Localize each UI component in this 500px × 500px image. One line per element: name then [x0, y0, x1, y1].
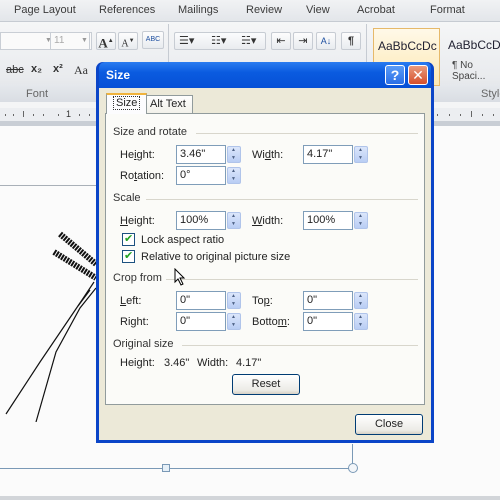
- dialog-title: Size: [106, 68, 131, 82]
- crop-top-spinner[interactable]: [354, 292, 368, 309]
- help-icon: ?: [390, 67, 400, 83]
- grow-font-button[interactable]: A▲: [96, 32, 116, 50]
- crop-right-label: Right:: [120, 316, 149, 328]
- width-spinner[interactable]: [354, 146, 368, 163]
- crop-bottom-spinner[interactable]: [354, 313, 368, 330]
- crop-left-input[interactable]: 0": [176, 291, 226, 310]
- height-input[interactable]: 3.46": [176, 145, 226, 164]
- crop-left-label: Left:: [120, 295, 142, 307]
- height-label: Height:: [120, 149, 155, 161]
- crop-top-input[interactable]: 0": [303, 291, 353, 310]
- strikethrough-button[interactable]: abc: [6, 64, 24, 76]
- lock-aspect-ratio-checkbox[interactable]: [122, 232, 135, 246]
- scale-height-spinner[interactable]: [227, 212, 241, 229]
- scale-width-input[interactable]: 100%: [303, 211, 353, 230]
- reset-button[interactable]: Reset: [232, 374, 300, 395]
- tab-alt-text[interactable]: Alt Text: [143, 95, 193, 113]
- original-width-value: 4.17": [236, 357, 262, 369]
- rotation-input[interactable]: 0°: [176, 166, 226, 185]
- tab-size[interactable]: Size: [106, 93, 148, 114]
- tab-acrobat[interactable]: Acrobat: [357, 4, 395, 16]
- style-no-spacing[interactable]: AaBbCcDc ¶ No Spaci...: [444, 28, 500, 86]
- tab-page-layout[interactable]: Page Layout: [14, 4, 76, 16]
- clear-formatting-button[interactable]: ABC: [142, 31, 164, 49]
- style-name: ¶ No Spaci...: [452, 60, 486, 82]
- size-dialog: Size ? ✕ Size Alt Text Size and rotate H…: [96, 62, 434, 443]
- group-label-styles: Style: [481, 88, 500, 100]
- dialog-titlebar[interactable]: Size ? ✕: [99, 62, 431, 88]
- status-divider: [0, 496, 500, 500]
- superscript-button[interactable]: x²: [53, 63, 63, 75]
- crop-right-input[interactable]: 0": [176, 312, 226, 331]
- change-case-button[interactable]: Aa: [74, 63, 88, 78]
- crop-right-spinner[interactable]: [227, 313, 241, 330]
- dialog-body: Size Alt Text Size and rotate Height: 3.…: [99, 88, 431, 440]
- ruler-number: 1: [66, 109, 72, 119]
- width-input[interactable]: 4.17": [303, 145, 353, 164]
- selection-border: [0, 468, 352, 469]
- original-width-label: Width:: [197, 357, 229, 369]
- chevron-down-icon: ▼: [81, 37, 88, 44]
- resize-handle-corner[interactable]: [348, 463, 358, 473]
- show-formatting-marks-button[interactable]: ¶: [341, 32, 361, 50]
- rotation-label: Rotation:: [120, 170, 165, 182]
- selection-border: [352, 444, 353, 464]
- relative-to-original-checkbox[interactable]: [122, 249, 135, 263]
- section-scale: Scale: [113, 192, 141, 204]
- help-button[interactable]: ?: [385, 65, 405, 85]
- tab-mailings[interactable]: Mailings: [178, 4, 218, 16]
- decrease-indent-button[interactable]: ⇤: [271, 32, 291, 50]
- crop-bottom-label: Bottom:: [252, 316, 290, 328]
- tab-review[interactable]: Review: [246, 4, 282, 16]
- dialog-close-button[interactable]: ✕: [408, 65, 428, 85]
- subscript-button[interactable]: x₂: [31, 63, 42, 75]
- close-button[interactable]: Close: [355, 414, 423, 435]
- resize-handle[interactable]: [162, 464, 170, 472]
- multilevel-list-button[interactable]: ☵▾: [241, 33, 256, 49]
- crop-top-label: Top:: [252, 295, 273, 307]
- section-size-and-rotate: Size and rotate: [113, 126, 187, 138]
- bullets-button[interactable]: ☰▾: [179, 33, 194, 49]
- font-size-value: 11: [54, 35, 65, 46]
- shrink-font-button[interactable]: A▼: [118, 32, 138, 50]
- rotation-spinner[interactable]: [227, 167, 241, 184]
- list-buttons: ☰▾ ☷▾ ☵▾: [174, 32, 266, 50]
- scale-width-label: Width:: [252, 215, 284, 227]
- scale-width-spinner[interactable]: [354, 212, 368, 229]
- page-margin-line: [0, 185, 97, 186]
- tab-format[interactable]: Format: [430, 4, 465, 16]
- crop-bottom-input[interactable]: 0": [303, 312, 353, 331]
- original-height-value: 3.46": [164, 357, 190, 369]
- height-spinner[interactable]: [227, 146, 241, 163]
- width-label: Width:: [252, 149, 284, 161]
- size-tab-panel: Size and rotate Height: 3.46" Width: 4.1…: [105, 113, 425, 405]
- tab-references[interactable]: References: [99, 4, 155, 16]
- font-size-combo[interactable]: 11 ▼: [50, 32, 90, 50]
- original-height-label: Height:: [120, 357, 155, 369]
- wheat-picture[interactable]: [0, 222, 100, 422]
- increase-indent-button[interactable]: ⇥: [293, 32, 313, 50]
- crop-left-spinner[interactable]: [227, 292, 241, 309]
- scale-height-label: Height:: [120, 215, 155, 227]
- numbering-button[interactable]: ☷▾: [211, 33, 226, 49]
- scale-height-input[interactable]: 100%: [176, 211, 226, 230]
- section-original-size: Original size: [113, 338, 174, 350]
- tab-view[interactable]: View: [306, 4, 330, 16]
- sort-button[interactable]: A↓: [316, 32, 336, 50]
- mouse-cursor-icon: [174, 268, 186, 286]
- relative-to-original-label[interactable]: Relative to original picture size: [141, 251, 290, 263]
- close-icon: ✕: [412, 67, 424, 83]
- ribbon-tabs: Page Layout References Mailings Review V…: [0, 0, 500, 22]
- lock-aspect-ratio-label[interactable]: Lock aspect ratio: [141, 234, 224, 246]
- group-label-font: Font: [26, 88, 49, 100]
- section-crop-from: Crop from: [113, 272, 162, 284]
